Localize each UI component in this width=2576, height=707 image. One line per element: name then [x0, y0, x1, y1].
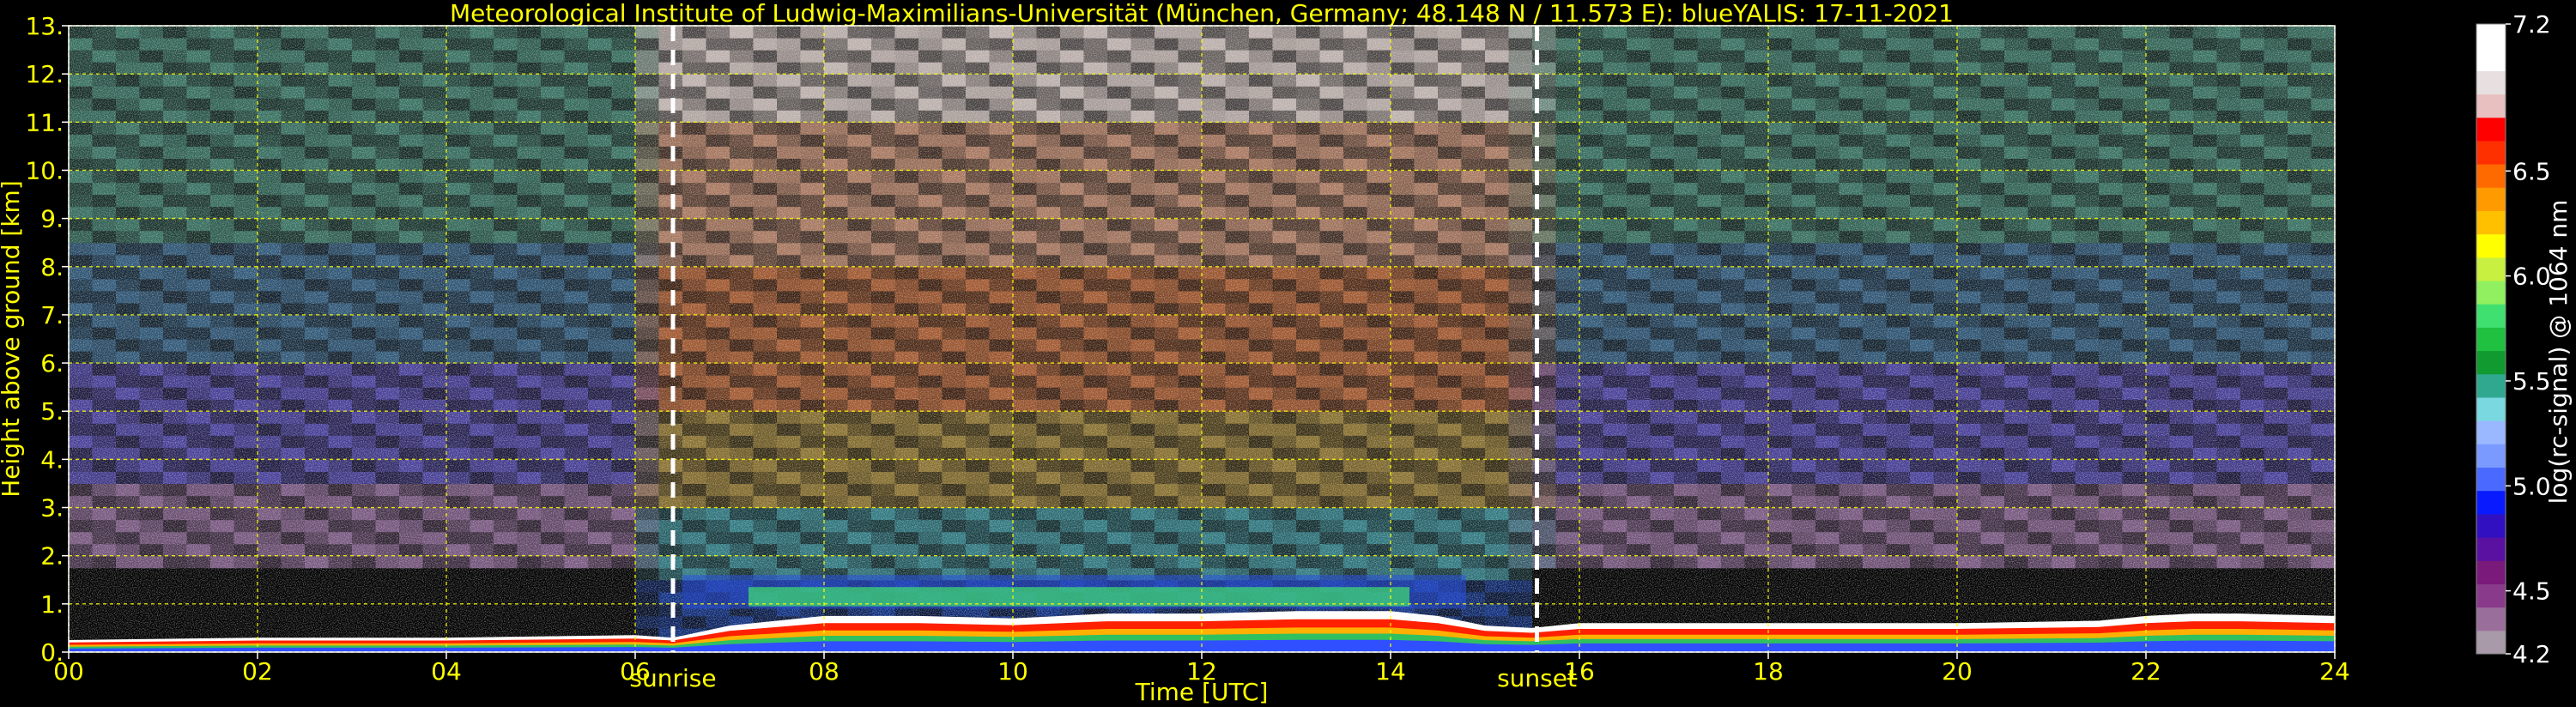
chart-title: Meteorological Institute of Ludwig-Maxim…	[450, 0, 1954, 27]
lidar-chart: Meteorological Institute of Ludwig-Maxim…	[0, 0, 2573, 706]
signal-noise-texture	[69, 26, 2335, 652]
plot-area	[69, 26, 2335, 652]
